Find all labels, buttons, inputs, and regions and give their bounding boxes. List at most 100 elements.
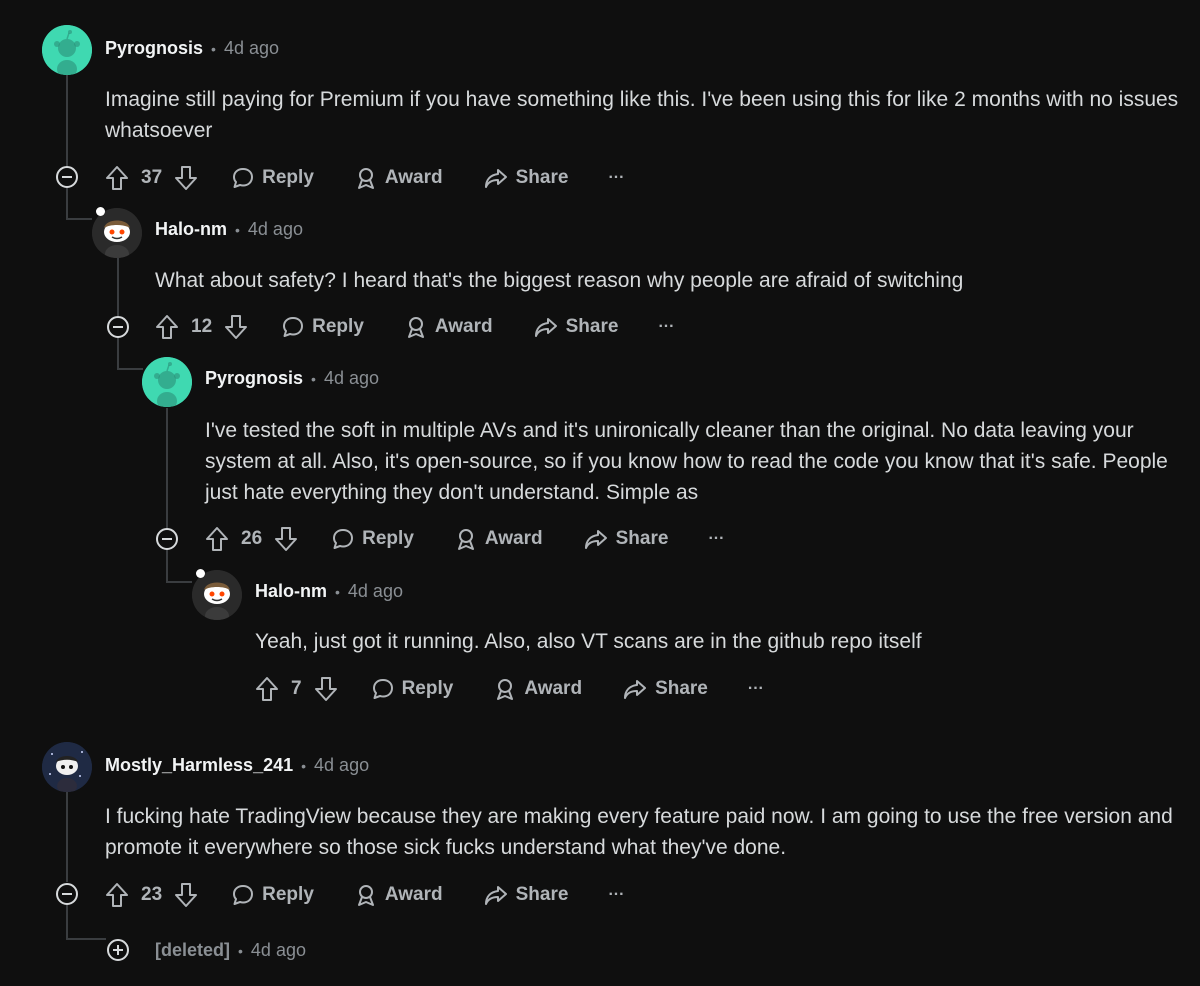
award-button[interactable]: Award — [354, 166, 443, 190]
award-icon — [497, 679, 514, 700]
comment-meta: Mostly_Harmless_241 • 4d ago — [105, 755, 369, 776]
share-button[interactable]: Share — [622, 677, 708, 701]
thread-line — [66, 938, 106, 940]
timestamp[interactable]: 4d ago — [248, 219, 303, 240]
share-label: Share — [615, 528, 669, 549]
online-dot — [96, 207, 105, 216]
downvote-icon[interactable] — [224, 314, 248, 340]
thread-line — [66, 218, 92, 220]
reply-button[interactable]: Reply — [281, 315, 364, 339]
reply-label: Reply — [262, 884, 314, 905]
share-icon — [624, 680, 647, 699]
thread-line — [166, 408, 168, 528]
comment-body: Yeah, just got it running. Also, also VT… — [255, 630, 922, 653]
award-icon — [357, 168, 374, 189]
separator-dot: • — [301, 757, 307, 774]
comment-actions: 12 Reply Award Share ··· — [155, 313, 674, 341]
author-name: [deleted] — [155, 940, 231, 960]
thread-line — [66, 75, 68, 167]
award-button[interactable]: Award — [354, 883, 443, 907]
share-label: Share — [655, 678, 708, 699]
separator-dot: • — [311, 370, 316, 387]
avatar[interactable] — [42, 742, 92, 792]
comment-meta: Pyrognosis • 4d ago — [105, 38, 279, 59]
score: 37 — [141, 167, 163, 188]
award-button[interactable]: Award — [493, 677, 582, 701]
upvote-icon[interactable] — [105, 165, 129, 191]
upvote-icon[interactable] — [255, 676, 279, 702]
thread-line — [117, 258, 119, 316]
more-icon[interactable]: ··· — [748, 680, 764, 698]
separator-dot: • — [238, 942, 243, 959]
award-button[interactable]: Award — [454, 527, 543, 551]
score: 23 — [141, 884, 163, 905]
reply-bubble-icon — [283, 317, 304, 337]
award-label: Award — [524, 678, 583, 699]
author-name[interactable]: Mostly_Harmless_241 — [105, 755, 293, 776]
timestamp[interactable]: 4d ago — [348, 581, 403, 602]
more-icon[interactable]: ··· — [608, 886, 624, 904]
reply-button[interactable]: Reply — [231, 883, 314, 907]
collapse-icon[interactable] — [56, 166, 78, 188]
avatar[interactable] — [142, 357, 192, 407]
collapse-icon[interactable] — [107, 316, 129, 338]
timestamp[interactable]: 4d ago — [324, 368, 379, 389]
reply-bubble-icon — [233, 885, 254, 905]
thread-line — [66, 188, 68, 220]
share-button[interactable]: Share — [483, 166, 568, 190]
comment-actions: 37 Reply Award Share ··· — [105, 164, 624, 192]
comment-body: Imagine still paying for Premium if you … — [105, 88, 1179, 142]
score: 7 — [291, 678, 302, 699]
collapse-icon[interactable] — [156, 528, 178, 550]
upvote-icon[interactable] — [205, 526, 229, 552]
award-label: Award — [384, 884, 443, 905]
more-icon[interactable]: ··· — [658, 318, 674, 336]
timestamp[interactable]: 4d ago — [224, 38, 279, 59]
award-icon — [357, 885, 374, 906]
upvote-icon[interactable] — [155, 314, 179, 340]
upvote-icon[interactable] — [105, 882, 129, 908]
reply-bubble-icon — [233, 168, 254, 188]
more-icon[interactable]: ··· — [708, 530, 724, 548]
reply-bubble-icon — [333, 529, 354, 549]
author-name[interactable]: Halo-nm — [155, 219, 227, 240]
avatar[interactable] — [42, 25, 92, 75]
share-label: Share — [565, 316, 619, 337]
downvote-icon[interactable] — [174, 165, 198, 191]
thread-line — [117, 368, 143, 370]
snoo-avatar-icon — [42, 742, 92, 792]
reply-label: Reply — [362, 528, 414, 549]
share-icon — [534, 318, 557, 337]
award-label: Award — [384, 167, 443, 188]
reply-button[interactable]: Reply — [331, 527, 414, 551]
downvote-icon[interactable] — [314, 676, 338, 702]
comment-actions: 23 Reply Award Share ··· — [105, 881, 624, 909]
author-name[interactable]: Halo-nm — [255, 581, 327, 602]
separator-dot: • — [335, 583, 340, 600]
snoo-avatar-icon — [142, 357, 192, 407]
timestamp[interactable]: 4d ago — [251, 940, 306, 961]
thread-line — [66, 905, 68, 940]
reply-button[interactable]: Reply — [231, 166, 314, 190]
downvote-icon[interactable] — [174, 882, 198, 908]
downvote-icon[interactable] — [274, 526, 298, 552]
share-button[interactable]: Share — [533, 315, 619, 339]
share-button[interactable]: Share — [483, 883, 568, 907]
reply-button[interactable]: Reply — [371, 677, 453, 701]
share-button[interactable]: Share — [583, 527, 669, 551]
timestamp[interactable]: 4d ago — [314, 755, 369, 776]
comment-meta: Pyrognosis • 4d ago — [205, 368, 379, 389]
collapse-icon[interactable] — [56, 883, 78, 905]
comment-actions: 7 Reply Award Share ··· — [255, 675, 764, 703]
more-icon[interactable]: ··· — [608, 169, 624, 187]
separator-dot: • — [235, 221, 240, 238]
award-button[interactable]: Award — [404, 315, 493, 339]
comment-meta: Halo-nm • 4d ago — [155, 219, 303, 240]
expand-icon[interactable] — [107, 939, 129, 961]
comment-body: What about safety? I heard that's the bi… — [155, 269, 964, 292]
author-name[interactable]: Pyrognosis — [105, 38, 203, 59]
author-name[interactable]: Pyrognosis — [205, 368, 303, 389]
award-icon — [457, 529, 474, 550]
snoo-avatar-icon — [42, 25, 92, 75]
score: 12 — [191, 316, 213, 337]
